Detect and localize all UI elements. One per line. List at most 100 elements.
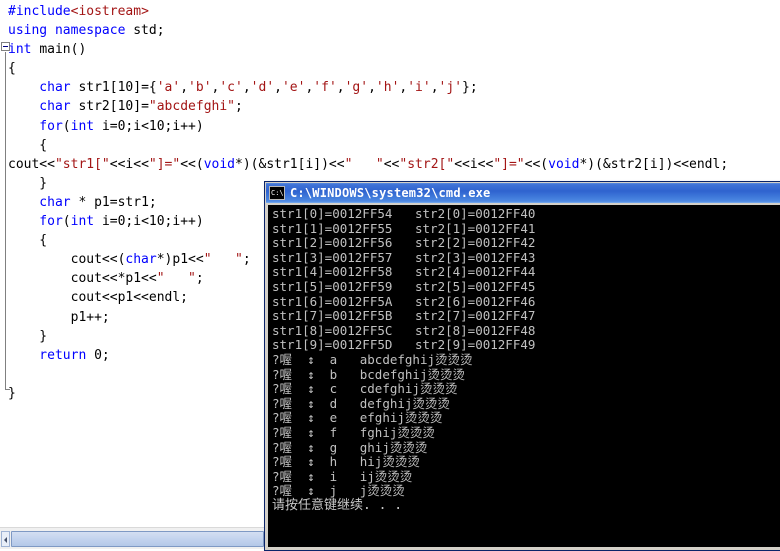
code-token: cout<<( xyxy=(8,252,126,268)
code-token: 0; xyxy=(94,347,110,363)
code-token: void xyxy=(548,156,580,172)
code-token: ; xyxy=(242,252,251,268)
code-token: 'c' xyxy=(219,80,243,96)
code-token: } xyxy=(8,385,16,401)
code-token: char xyxy=(125,252,157,268)
code-token: p1++; xyxy=(8,309,110,325)
code-token: "abcdefghi" xyxy=(148,99,235,115)
console-line: ?喔 ↕ c cdefghij烫烫烫 xyxy=(272,381,458,397)
code-token: int xyxy=(70,118,102,134)
console-line: str1[2]=0012FF56 str2[2]=0012FF42 xyxy=(272,235,536,251)
code-token: ( xyxy=(62,214,71,230)
cmd-console-window[interactable]: C:\ C:\WINDOWS\system32\cmd.exe str1[0]=… xyxy=(264,181,780,551)
console-line: str1[4]=0012FF58 str2[4]=0012FF44 xyxy=(272,264,536,280)
code-token: <<i<< xyxy=(109,156,149,172)
code-token: , xyxy=(336,80,345,96)
code-line: #include<iostream> xyxy=(0,2,728,21)
code-token: str1[10]={ xyxy=(78,80,157,96)
code-token: for xyxy=(8,118,63,134)
code-token: *)p1<< xyxy=(156,252,204,268)
code-token: 'a' xyxy=(156,80,181,96)
code-token: <<( xyxy=(180,156,204,172)
code-line: using namespace std; xyxy=(0,21,728,40)
code-token: #include xyxy=(8,4,71,19)
code-token: 'b' xyxy=(188,80,212,96)
console-line: ?喔 ↕ f fghij烫烫烫 xyxy=(272,424,435,440)
code-line: { xyxy=(0,59,728,78)
code-line: { xyxy=(0,136,728,155)
code-token: i=0;i<10;i++) xyxy=(101,118,204,134)
code-token: char xyxy=(8,99,79,115)
console-output-lines: str1[0]=0012FF54 str2[0]=0012FF40 str1[1]… xyxy=(272,206,780,499)
code-token: char xyxy=(8,80,79,96)
code-token: " " xyxy=(156,271,196,287)
code-token: * p1=str1; xyxy=(78,194,157,210)
scroll-left-arrow-icon[interactable] xyxy=(1,531,10,547)
console-line: str1[8]=0012FF5C str2[8]=0012FF48 xyxy=(272,322,536,338)
code-token: for xyxy=(8,214,63,230)
console-line: str1[0]=0012FF54 str2[0]=0012FF40 xyxy=(272,206,536,221)
console-line: str1[9]=0012FF5D str2[9]=0012FF49 xyxy=(272,337,536,353)
code-token: "]=" xyxy=(148,156,181,172)
console-line: ?喔 ↕ b bcdefghij烫烫烫 xyxy=(272,366,465,382)
code-token: , xyxy=(180,80,189,96)
console-titlebar[interactable]: C:\ C:\WINDOWS\system32\cmd.exe xyxy=(266,183,780,203)
console-line: ?喔 ↕ i ij烫烫烫 xyxy=(272,468,413,484)
code-token: using namespace xyxy=(8,23,134,39)
code-token: { xyxy=(8,233,48,249)
code-token: ( xyxy=(62,118,71,134)
code-token: { xyxy=(8,137,48,153)
code-token: " " xyxy=(344,156,384,172)
code-token: main() xyxy=(39,42,87,58)
code-line: cout<<"str1["<<i<<"]="<<(void*)(&str1[i]… xyxy=(0,155,728,174)
console-line: ?喔 ↕ a abcdefghij烫烫烫 xyxy=(272,351,473,367)
code-token: }; xyxy=(462,80,478,96)
console-output-area[interactable]: str1[0]=0012FF54 str2[0]=0012FF40 str1[1]… xyxy=(268,205,780,547)
code-token: << xyxy=(383,156,400,172)
console-line: str1[7]=0012FF5B str2[7]=0012FF47 xyxy=(272,308,536,324)
code-token: , xyxy=(368,80,376,96)
console-line: ?喔 ↕ e efghij烫烫烫 xyxy=(272,410,443,426)
code-token: } xyxy=(8,175,48,191)
code-token: "str1[" xyxy=(54,156,110,172)
scrollbar-thumb[interactable] xyxy=(11,531,264,547)
horizontal-scrollbar[interactable] xyxy=(0,527,268,549)
console-line: ?喔 ↕ g ghij烫烫烫 xyxy=(272,439,428,455)
console-title: C:\WINDOWS\system32\cmd.exe xyxy=(290,186,491,200)
code-token: void xyxy=(203,156,236,172)
code-token: int xyxy=(8,42,40,58)
code-token: , xyxy=(274,80,282,96)
code-token: <<( xyxy=(524,156,549,172)
code-token: 'j' xyxy=(438,80,463,96)
code-token: cout<<*p1<< xyxy=(8,271,157,287)
code-token: ; xyxy=(195,271,204,287)
code-token: *)(&str1[i])<< xyxy=(235,156,345,172)
code-token: 'i' xyxy=(407,80,431,96)
code-token: , xyxy=(242,80,251,96)
console-line: str1[3]=0012FF57 str2[3]=0012FF43 xyxy=(272,249,536,265)
code-token: 'd' xyxy=(250,80,275,96)
code-token: " " xyxy=(203,252,243,268)
code-token: return xyxy=(8,347,95,363)
console-line: str1[1]=0012FF55 str2[1]=0012FF41 xyxy=(272,220,536,236)
code-token: 'f' xyxy=(313,80,337,96)
code-token: } xyxy=(8,328,48,344)
code-token: std; xyxy=(133,23,165,39)
code-line: int main() xyxy=(0,40,728,59)
code-token: { xyxy=(8,61,16,77)
code-line: char str1[10]={'a','b','c','d','e','f','… xyxy=(0,78,728,97)
code-token: i=0;i<10;i++) xyxy=(101,214,204,230)
code-token: 'g' xyxy=(344,80,369,96)
code-token: str2[10]= xyxy=(78,99,149,115)
console-line: ?喔 ↕ h hij烫烫烫 xyxy=(272,454,420,470)
code-token: 'h' xyxy=(375,80,400,96)
cmd-icon: C:\ xyxy=(269,186,285,200)
code-token: <<i<< xyxy=(454,156,494,172)
console-prompt-line: 请按任意键继续. . . xyxy=(272,497,403,513)
code-token: <iostream> xyxy=(70,4,149,19)
console-line: str1[5]=0012FF59 str2[5]=0012FF45 xyxy=(272,278,536,294)
code-token: , xyxy=(430,80,439,96)
code-token: cout<<p1<<endl; xyxy=(8,290,189,306)
code-line: char str2[10]="abcdefghi"; xyxy=(0,97,728,116)
code-token: int xyxy=(70,214,102,230)
